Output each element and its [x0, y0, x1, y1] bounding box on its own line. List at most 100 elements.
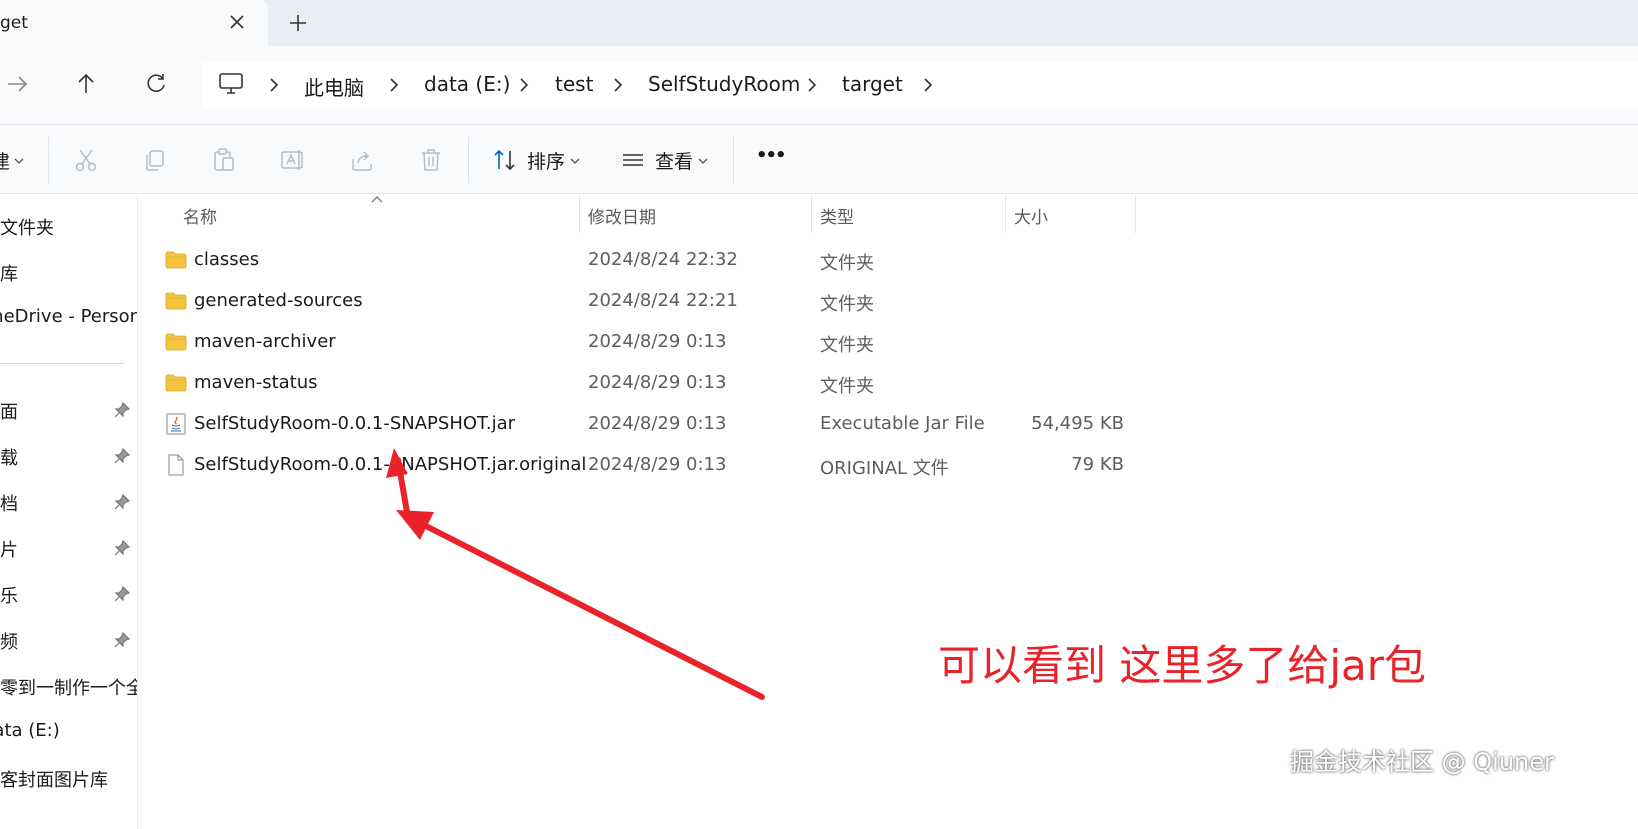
breadcrumb-this-pc[interactable]: 此电脑 — [304, 72, 364, 101]
file-date: 2024/8/29 0:13 — [588, 454, 727, 475]
pin-icon[interactable] — [114, 540, 130, 556]
tab-title: get — [0, 13, 28, 33]
sidebar-item-videos[interactable]: 视频 — [0, 625, 137, 655]
folder-icon — [165, 333, 187, 351]
sidebar-item-music[interactable]: 音乐 — [0, 579, 137, 609]
refresh-icon[interactable] — [142, 70, 170, 98]
pin-icon[interactable] — [114, 402, 130, 418]
sidebar-item-label: 文档 — [0, 494, 18, 515]
chevron-right-icon[interactable] — [610, 76, 626, 94]
file-type: 文件夹 — [820, 376, 874, 397]
sidebar-item-onedrive[interactable]: OneDrive - Personal — [0, 303, 137, 333]
chevron-right-icon[interactable] — [386, 76, 402, 94]
folder-icon — [165, 374, 187, 392]
column-divider[interactable] — [1135, 195, 1136, 233]
chevron-right-icon[interactable] — [266, 76, 282, 94]
file-row[interactable]: SelfStudyRoom-0.0.1-SNAPSHOT.jar 2024/8/… — [159, 405, 1139, 443]
file-name: maven-status — [194, 372, 318, 393]
delete-icon[interactable] — [418, 147, 444, 173]
sidebar-item-home[interactable]: 主文件夹 — [0, 211, 137, 241]
pin-icon[interactable] — [114, 494, 130, 510]
sidebar-item-desktop[interactable]: 桌面 — [0, 395, 137, 425]
command-bar: 建 排序 查看 ••• — [0, 124, 1638, 194]
column-header-name[interactable]: 名称 — [183, 203, 217, 228]
sidebar-item-label: 下载 — [0, 448, 18, 469]
file-row[interactable]: maven-status 2024/8/29 0:13 文件夹 — [159, 364, 1139, 402]
more-options-button[interactable]: ••• — [756, 145, 786, 166]
sidebar-item-blog-covers[interactable]: 博客封面图片库 — [0, 763, 137, 793]
file-row[interactable]: classes 2024/8/24 22:32 文件夹 — [159, 241, 1139, 279]
file-type: 文件夹 — [820, 335, 874, 356]
address-bar[interactable]: 此电脑 data (E:) test SelfStudyRoom target — [202, 62, 1638, 108]
breadcrumb-target[interactable]: target — [842, 72, 903, 96]
file-date: 2024/8/29 0:13 — [588, 413, 727, 434]
toolbar-divider — [48, 137, 49, 183]
arrow-right-icon[interactable] — [4, 70, 32, 98]
plus-icon[interactable] — [286, 11, 310, 35]
file-name: classes — [194, 249, 260, 270]
sidebar-item-gallery[interactable]: 图库 — [0, 257, 137, 287]
sidebar-item-documents[interactable]: 文档 — [0, 487, 137, 517]
chevron-down-icon[interactable] — [698, 157, 708, 165]
breadcrumb-data-drive[interactable]: data (E:) — [424, 72, 510, 96]
column-header-type[interactable]: 类型 — [820, 203, 854, 228]
paste-icon[interactable] — [211, 147, 237, 173]
pin-icon[interactable] — [114, 448, 130, 464]
file-date: 2024/8/29 0:13 — [588, 331, 727, 352]
file-name: generated-sources — [194, 290, 363, 311]
sort-button[interactable]: 排序 — [527, 147, 565, 174]
pin-icon[interactable] — [114, 632, 130, 648]
chevron-down-icon[interactable] — [14, 157, 24, 165]
monitor-icon[interactable] — [218, 72, 244, 96]
file-date: 2024/8/24 22:21 — [588, 290, 738, 311]
sidebar-item-label: 从零到一制作一个全 — [0, 678, 138, 699]
rename-icon[interactable] — [280, 147, 306, 173]
sidebar-item-label: 音乐 — [0, 586, 18, 607]
tab-target[interactable]: get — [0, 0, 268, 46]
sidebar-item-label: 图片 — [0, 540, 18, 561]
breadcrumb-selfstudyroom[interactable]: SelfStudyRoom — [648, 72, 800, 96]
column-header-size[interactable]: 大小 — [1014, 203, 1048, 228]
close-icon[interactable] — [226, 11, 248, 33]
chevron-right-icon[interactable] — [516, 76, 532, 94]
copy-icon[interactable] — [142, 147, 168, 173]
chevron-right-icon[interactable] — [920, 76, 936, 94]
column-header-date[interactable]: 修改日期 — [588, 203, 656, 228]
view-button[interactable]: 查看 — [655, 147, 693, 174]
sidebar-item-label: 视频 — [0, 632, 18, 653]
sidebar-item-label: 博客封面图片库 — [0, 770, 108, 791]
sidebar-item-label: 主文件夹 — [0, 218, 54, 239]
annotation-text: 可以看到 这里多了给jar包 — [938, 641, 1427, 690]
sidebar-item-pictures[interactable]: 图片 — [0, 533, 137, 563]
file-row[interactable]: generated-sources 2024/8/24 22:21 文件夹 — [159, 282, 1139, 320]
file-size: 54,495 KB — [1031, 413, 1124, 434]
folder-icon — [165, 251, 187, 269]
sidebar-item-label: 桌面 — [0, 402, 18, 423]
sidebar-item-data-drive[interactable]: data (E:) — [0, 717, 137, 747]
sidebar-item-downloads[interactable]: 下载 — [0, 441, 137, 471]
arrow-up-icon[interactable] — [72, 70, 100, 98]
file-date: 2024/8/29 0:13 — [588, 372, 727, 393]
sort-ascending-icon — [371, 196, 383, 203]
column-divider[interactable] — [579, 195, 580, 233]
cut-icon[interactable] — [73, 147, 99, 173]
column-divider[interactable] — [811, 195, 812, 233]
file-date: 2024/8/24 22:32 — [588, 249, 738, 270]
column-divider[interactable] — [1005, 195, 1006, 233]
file-list: 名称 修改日期 类型 大小 classes 2024/8/24 22:32 文件… — [139, 195, 1638, 829]
navigation-bar: 此电脑 data (E:) test SelfStudyRoom target — [0, 46, 1638, 124]
sort-icon[interactable] — [492, 147, 518, 173]
chevron-right-icon[interactable] — [804, 76, 820, 94]
file-row[interactable]: maven-archiver 2024/8/29 0:13 文件夹 — [159, 323, 1139, 361]
toolbar-divider — [468, 137, 469, 183]
view-list-icon[interactable] — [620, 147, 646, 173]
breadcrumb-test[interactable]: test — [555, 72, 593, 96]
share-icon[interactable] — [349, 147, 375, 173]
chevron-down-icon[interactable] — [570, 157, 580, 165]
new-button[interactable]: 建 — [0, 147, 10, 174]
sidebar-item-folder[interactable]: 从零到一制作一个全 — [0, 671, 138, 701]
pin-icon[interactable] — [114, 586, 130, 602]
file-type: 文件夹 — [820, 253, 874, 274]
file-row[interactable]: SelfStudyRoom-0.0.1-SNAPSHOT.jar.origina… — [159, 446, 1139, 484]
toolbar-divider — [733, 137, 734, 183]
